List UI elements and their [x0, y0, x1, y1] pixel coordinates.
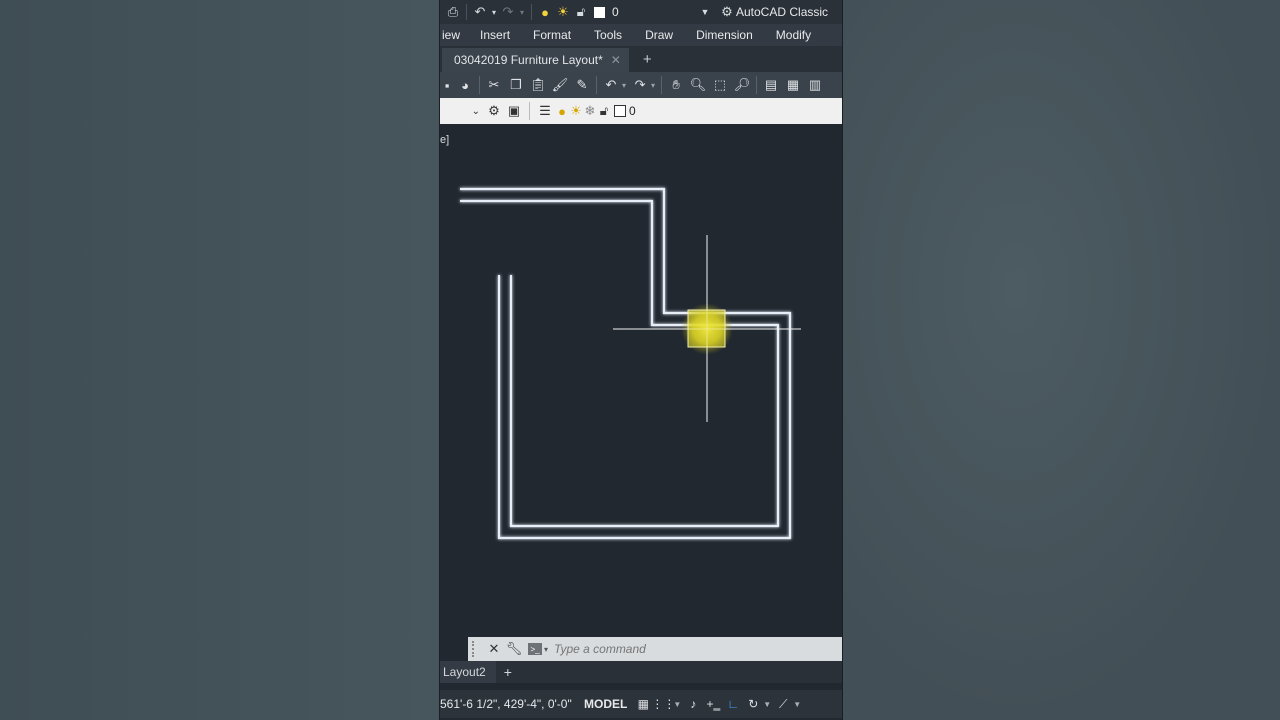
chevron-down-icon[interactable]: ▾: [517, 3, 527, 21]
left-background: [0, 0, 439, 720]
properties-icon[interactable]: ▤: [760, 74, 782, 96]
command-input[interactable]: [552, 641, 817, 657]
divider: [661, 76, 663, 94]
snap-grid-icon[interactable]: ⋮⋮: [651, 694, 675, 714]
undo-icon[interactable]: ↶: [600, 74, 622, 96]
document-tab-bar: 03042019 Furniture Layout* ✕ +: [440, 46, 842, 72]
divider: [479, 76, 480, 94]
zoom-window-icon[interactable]: ⬚: [709, 74, 731, 96]
menu-item-draw[interactable]: Draw: [645, 28, 673, 42]
chevron-down-icon[interactable]: ▾: [651, 81, 655, 90]
new-tab-button[interactable]: +: [643, 51, 652, 68]
layer-dropdown[interactable]: ⌄: [440, 101, 484, 121]
sheet-set-icon[interactable]: ▪: [440, 74, 454, 96]
copy-icon[interactable]: ❐: [505, 74, 527, 96]
layer-value: 0: [612, 5, 619, 19]
paint-icon[interactable]: ✎: [571, 74, 593, 96]
divider: [596, 76, 597, 94]
print-icon[interactable]: ⎙: [444, 3, 462, 21]
design-center-icon[interactable]: ▦: [782, 74, 804, 96]
gear-icon[interactable]: ⚙: [718, 3, 736, 21]
ortho-icon[interactable]: ∟: [723, 694, 743, 714]
close-icon[interactable]: ✕: [611, 53, 621, 67]
model-space-button[interactable]: MODEL: [584, 697, 627, 711]
cut-icon[interactable]: ✂: [483, 74, 505, 96]
color-swatch-icon[interactable]: [590, 3, 608, 21]
menu-item-view[interactable]: iew: [442, 28, 460, 42]
document-tab[interactable]: 03042019 Furniture Layout* ✕: [442, 48, 629, 72]
freeze-icon[interactable]: ❄: [583, 101, 597, 121]
divider: [756, 76, 758, 94]
chevron-down-icon[interactable]: ▾: [622, 81, 626, 90]
command-line: ✕ 🔧︎ >_ ▾: [468, 637, 842, 661]
layer-states-icon[interactable]: ▣: [504, 101, 524, 121]
pan-icon[interactable]: ✋︎: [665, 74, 687, 96]
menu-item-format[interactable]: Format: [533, 28, 571, 42]
wall-inner-line[interactable]: [460, 199, 780, 528]
command-prompt-icon[interactable]: >_: [528, 643, 542, 655]
document-tab-title: 03042019 Furniture Layout*: [454, 53, 603, 67]
bulb-icon[interactable]: ●: [555, 101, 569, 121]
add-layout-button[interactable]: +: [504, 664, 512, 680]
render-icon[interactable]: ◕: [454, 74, 476, 96]
chevron-down-icon: ⌄: [471, 105, 480, 117]
chevron-down-icon[interactable]: ▼: [673, 700, 681, 709]
lock-icon[interactable]: 🔓︎: [597, 101, 611, 121]
layer-name: 0: [629, 104, 636, 118]
layers-toolbar: ⌄ ⚙ ▣ ☰ ● ☀ ❄ 🔓︎ 0: [440, 98, 842, 124]
wall-polyline[interactable]: [460, 187, 792, 540]
match-properties-icon[interactable]: 🖌︎: [549, 74, 571, 96]
close-icon[interactable]: ✕: [484, 641, 504, 657]
autocad-window: ⎙ ↶ ▾ ↷ ▾ ● ☀ 🔓︎ 0 ▼ ⚙ AutoCAD Classic i…: [439, 0, 843, 720]
chevron-down-icon[interactable]: ▾: [489, 3, 499, 21]
coordinate-readout[interactable]: 561'-6 1/2", 429'-4", 0'-0": [440, 697, 580, 711]
wall-outer-line[interactable]: [460, 187, 792, 540]
zoom-previous-icon[interactable]: 🔎︎: [731, 74, 753, 96]
workspace-label[interactable]: AutoCAD Classic: [736, 5, 828, 19]
color-swatch-icon[interactable]: [614, 105, 626, 117]
chevron-down-icon[interactable]: ▾: [544, 645, 548, 654]
menu-item-tools[interactable]: Tools: [594, 28, 622, 42]
infer-constraints-icon[interactable]: ♪: [683, 694, 703, 714]
standard-toolbar: ▪ ◕ ✂ ❐ 📋︎ 🖌︎ ✎ ↶ ▾ ↷ ▾ ✋︎ 🔍︎ ⬚ 🔎︎ ▤ ▦ ▥: [440, 72, 842, 98]
right-background: [841, 0, 1280, 720]
paste-icon[interactable]: 📋︎: [527, 74, 549, 96]
menu-bar: iew Insert Format Tools Draw Dimension M…: [440, 24, 842, 46]
redo-icon[interactable]: ↷: [499, 3, 517, 21]
isometric-icon[interactable]: ⟋: [773, 694, 793, 714]
divider: [529, 102, 530, 120]
dynamic-input-icon[interactable]: +‗: [703, 694, 723, 714]
drawing-canvas[interactable]: [440, 124, 842, 637]
tab-layout2[interactable]: Layout2: [440, 661, 496, 683]
wrench-icon[interactable]: 🔧︎: [504, 641, 524, 657]
chevron-down-icon[interactable]: ▼: [696, 3, 714, 21]
sun-icon[interactable]: ☀: [569, 101, 583, 121]
menu-item-insert[interactable]: Insert: [480, 28, 510, 42]
menu-item-dimension[interactable]: Dimension: [696, 28, 753, 42]
divider: [531, 4, 532, 20]
polar-tracking-icon[interactable]: ↻: [743, 694, 763, 714]
bulb-icon[interactable]: ●: [536, 3, 554, 21]
menu-item-modify[interactable]: Modify: [776, 28, 811, 42]
chevron-down-icon[interactable]: ▼: [793, 700, 801, 709]
status-bar: 561'-6 1/2", 429'-4", 0'-0" MODEL ▦ ⋮⋮ ▼…: [440, 690, 842, 718]
layer-properties-icon[interactable]: ☰: [535, 101, 555, 121]
zoom-realtime-icon[interactable]: 🔍︎: [687, 74, 709, 96]
sun-icon[interactable]: ☀: [554, 3, 572, 21]
tool-palettes-icon[interactable]: ▥: [804, 74, 826, 96]
redo-icon[interactable]: ↷: [629, 74, 651, 96]
gear-icon[interactable]: ⚙: [484, 101, 504, 121]
undo-icon[interactable]: ↶: [471, 3, 489, 21]
drag-handle-icon[interactable]: [472, 641, 480, 657]
grid-icon[interactable]: ▦: [633, 694, 653, 714]
chevron-down-icon[interactable]: ▼: [763, 700, 771, 709]
lock-icon[interactable]: 🔓︎: [572, 3, 590, 21]
divider: [466, 4, 467, 20]
layout-tab-bar: Layout2 +: [440, 661, 842, 683]
quick-access-toolbar: ⎙ ↶ ▾ ↷ ▾ ● ☀ 🔓︎ 0 ▼ ⚙ AutoCAD Classic: [440, 0, 842, 24]
pickbox: [687, 309, 726, 348]
crosshair-cursor: [613, 235, 801, 422]
